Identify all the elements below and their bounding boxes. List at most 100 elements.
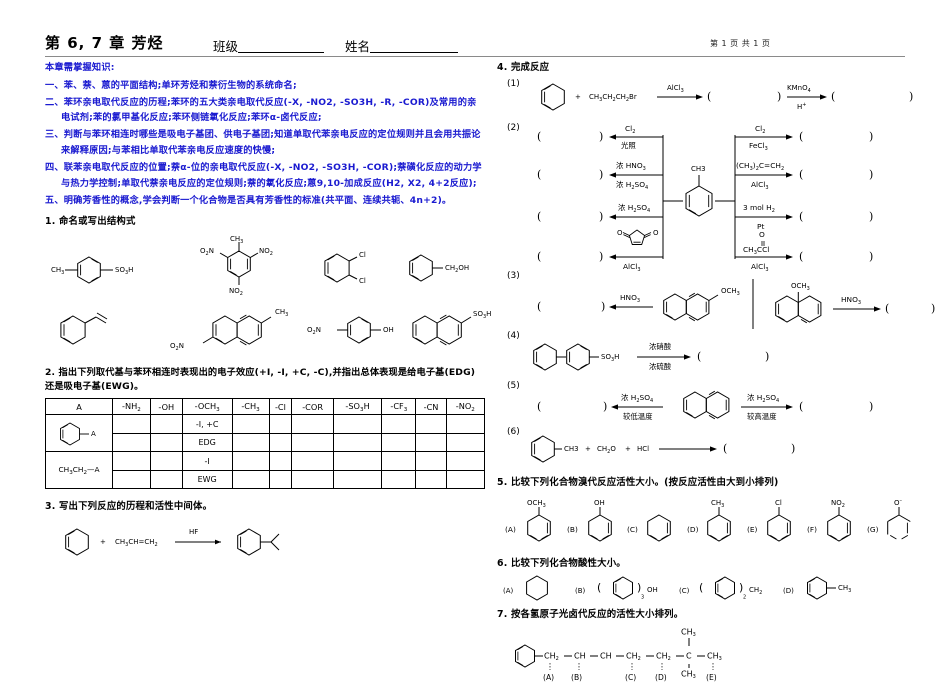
cell[interactable] [112, 414, 151, 434]
label-so3h: SO3H [473, 310, 491, 320]
branch-ch3-bottom: CH3 [681, 670, 696, 680]
blank-paren-close: ) [599, 130, 603, 143]
cell[interactable] [231, 451, 270, 471]
blank-paren-open: ( [799, 400, 803, 413]
structure-styrene [60, 312, 108, 345]
cell[interactable] [291, 414, 334, 434]
compound-tag-c: (C) [627, 525, 638, 534]
row-label-phenyl: A [45, 414, 113, 453]
cell[interactable] [445, 432, 486, 453]
cell[interactable] [231, 469, 270, 490]
label-ch2: CH2 [749, 586, 762, 596]
reagent-hno3: HNO3 [620, 293, 640, 304]
cell[interactable] [381, 469, 417, 490]
label-no2: NO2 [831, 499, 845, 509]
cell-filled[interactable]: -I, +C [181, 414, 233, 434]
cell[interactable] [415, 469, 447, 490]
cell[interactable] [231, 414, 270, 434]
blank-paren-open: ( [537, 400, 541, 413]
cell-filled[interactable]: EWG [181, 469, 233, 490]
reagent-fecl3: FeCl3 [749, 141, 768, 152]
th-nh2: -NH2 [112, 398, 151, 416]
label-ch3: CH3 [275, 308, 288, 318]
q2-title-line2: 还是吸电子基(EWG)。 [45, 381, 144, 393]
blank-paren-open: ( [537, 210, 541, 223]
reagent-conc-h2so4: 浓 H2SO4 [618, 203, 650, 214]
cell[interactable] [381, 451, 417, 471]
cell[interactable] [445, 451, 486, 471]
blank-paren-close: ) [791, 442, 795, 455]
th-ch3: -CH3 [231, 398, 270, 416]
cell[interactable] [268, 432, 293, 453]
cell[interactable] [415, 414, 447, 434]
chain-ch3: CH3 [707, 652, 722, 662]
cell[interactable] [332, 451, 383, 471]
cell[interactable] [149, 432, 183, 453]
reagent-conc-sulfuric: 浓硫酸 [649, 362, 672, 371]
maleic-anhydride-icon [622, 229, 652, 245]
cell-filled[interactable]: -I [181, 451, 233, 471]
label-och3: OCH3 [721, 287, 740, 297]
name-blank[interactable] [370, 39, 459, 53]
q4-item3: (3) ( ) HNO3 OCH3 OCH3 HNO3 () [497, 271, 937, 331]
q4-item1: (1) + CH3CH2CH2Br AlCl3 ( ) KMnO4 H+ () [497, 75, 937, 123]
cell[interactable] [445, 469, 486, 490]
reagent-conc-h2so4: 浓 H2SO4 [621, 393, 653, 404]
label-A: A [91, 430, 96, 438]
cell[interactable] [149, 469, 183, 490]
plus-sign: + [100, 538, 106, 546]
cell[interactable] [112, 451, 151, 471]
q1-row1: CH3 SO3H CH3 O2N NO2 NO2 Cl Cl CH2OH [45, 234, 485, 302]
th-cl: -Cl [268, 398, 293, 416]
page-title: 第 6, 7 章 芳烃 [45, 34, 164, 52]
cell[interactable] [291, 451, 334, 471]
cell[interactable] [415, 451, 447, 471]
cell[interactable] [291, 432, 334, 453]
structure-1-methoxynaphthalene [775, 292, 822, 324]
biphenyl-sulfonic-scheme: SO3H 浓硝酸 浓硫酸 ( ) [533, 342, 769, 371]
label-no2: NO2 [229, 287, 243, 297]
blank-paren-close: ) [599, 210, 603, 223]
cell[interactable] [268, 469, 293, 490]
cell[interactable] [231, 432, 270, 453]
key-point-item: 二、苯环亲电取代反应的历程;苯环的五大类亲电取代反应(-X, -NO2, -SO… [45, 96, 477, 124]
blank-paren-close: ) [931, 302, 935, 315]
label-o2n: O2N [200, 247, 214, 257]
cell[interactable] [149, 451, 183, 471]
th-A: A [45, 398, 113, 416]
key-point-item: 四、联苯亲电取代反应的位置;萘α-位的亲电取代反应(-X, -NO2, -SO3… [45, 161, 482, 189]
reagent-alcl3: AlCl3 [751, 180, 769, 191]
row-label-ethyl: CH3CH2—A [45, 451, 113, 490]
q3-scheme: + CH3CH=CH2 HF [45, 514, 485, 570]
cell[interactable] [381, 414, 417, 434]
cell[interactable] [445, 414, 486, 434]
reagent-conc-h2so4: 浓 H2SO4 [616, 180, 648, 191]
label-o2n: O2N [170, 342, 184, 352]
cell[interactable] [415, 432, 447, 453]
blank-paren-open: ( [831, 90, 835, 103]
cell[interactable] [332, 414, 383, 434]
naphthalene-sulfonation-scheme: ( ) 浓 H2SO4 较低温度 浓 H2SO4 较高温度 () [537, 390, 873, 421]
cell-filled[interactable]: EDG [181, 432, 233, 453]
th-so3h: -SO3H [332, 398, 383, 416]
cell[interactable] [332, 432, 383, 453]
table-header-row: A -NH2 -OH -OCH3 -CH3 -Cl -COR -SO3H -CF… [45, 398, 486, 416]
cell[interactable] [291, 469, 334, 490]
cell[interactable] [112, 469, 151, 490]
blank-paren-close: ) [601, 300, 605, 313]
cell[interactable] [381, 432, 417, 453]
cell[interactable] [268, 451, 293, 471]
label-ch3: CH3 [564, 445, 579, 453]
cell[interactable] [112, 432, 151, 453]
structure-o-dichlorobenzene: Cl Cl [324, 251, 366, 285]
class-blank[interactable] [238, 39, 325, 53]
q4-item5: (5) ( ) 浓 H2SO4 较低温度 浓 H2SO4 较高温度 () [497, 381, 937, 427]
th-cor: -COR [291, 398, 334, 416]
cell[interactable] [332, 469, 383, 490]
cell[interactable] [268, 414, 293, 434]
reagent-acetyl-chloride: CH3CCl [743, 245, 769, 256]
blank-paren-close: ) [869, 210, 873, 223]
plus-sign: + [625, 445, 631, 453]
label-kmno4: KMnO4 [787, 84, 811, 94]
cell[interactable] [149, 414, 183, 434]
